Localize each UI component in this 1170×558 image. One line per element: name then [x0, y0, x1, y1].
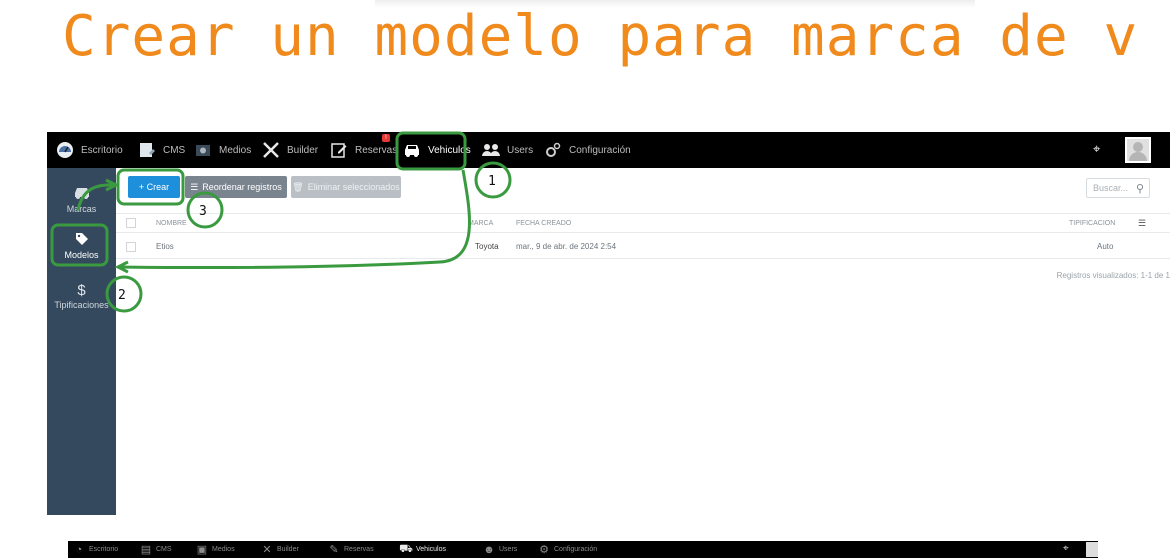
- search-input[interactable]: Buscar... ⚲: [1086, 178, 1150, 198]
- nav-item-medios[interactable]: Medios: [193, 132, 251, 168]
- nav-item-vehiculos[interactable]: ⛟ Vehiculos: [399, 541, 446, 558]
- avatar[interactable]: [1125, 137, 1151, 163]
- media-icon: [193, 140, 213, 160]
- nav-item-users[interactable]: Users: [481, 132, 533, 168]
- car-icon: [402, 140, 422, 160]
- nav-label: Users: [499, 546, 518, 553]
- table-header: NOMBRE MARCA FECHA CREADO TIPIFICACION ☰: [116, 213, 1170, 233]
- nav-label: Reservas: [355, 144, 398, 156]
- crosshair-icon[interactable]: ⌖: [1093, 142, 1100, 157]
- cell-tipificacion: Auto: [1097, 242, 1114, 251]
- app-screenshot: Escritorio CMS Medios Builder Reservas !…: [47, 132, 1170, 515]
- edit-icon: [329, 140, 349, 160]
- table-row[interactable]: Etios Toyota mar., 9 de abr. de 2024 2:5…: [116, 235, 1170, 259]
- nav-item-reservas[interactable]: Reservas !: [329, 132, 397, 168]
- sidebar-item-marcas[interactable]: Marcas: [47, 186, 116, 214]
- records-count: Registros visualizados: 1-1 de 1: [1056, 271, 1170, 280]
- nav-label: Escritorio: [81, 144, 123, 156]
- nav-label: Escritorio: [89, 546, 119, 553]
- cms-icon: ▤: [140, 544, 152, 556]
- nav-item-cms[interactable]: ▤ CMS: [140, 541, 172, 558]
- create-button[interactable]: + Crear: [128, 176, 180, 198]
- nav-label: Reservas: [344, 546, 374, 553]
- nav-item-builder[interactable]: ✕ Builder: [261, 541, 299, 558]
- nav-label: Vehiculos: [416, 546, 446, 553]
- nav-label: CMS: [163, 144, 186, 156]
- nav-item-escritorio[interactable]: ◔ Escritorio: [73, 541, 119, 558]
- search-icon: ⚲: [1135, 183, 1144, 195]
- avatar[interactable]: [1086, 542, 1098, 557]
- nav-label: Configuración: [569, 144, 631, 156]
- edit-icon: ✎: [329, 544, 339, 556]
- dashboard-icon: [55, 140, 75, 160]
- main-content: + Crear ☰ Reordenar registros 🗑 Eliminar…: [116, 168, 1170, 515]
- reorder-button[interactable]: ☰ Reordenar registros: [185, 176, 287, 198]
- search-placeholder: Buscar...: [1093, 183, 1129, 193]
- sidebar-item-label: Marcas: [66, 204, 97, 214]
- crosshair-icon[interactable]: ⌖: [1063, 543, 1069, 554]
- tag-icon: [75, 232, 89, 250]
- cell-marca: Toyota: [475, 242, 499, 251]
- nav-item-configuracion[interactable]: ⚙ Configuración: [538, 541, 597, 558]
- sidebar: Marcas Modelos $ Tipificaciones: [47, 168, 116, 515]
- car-icon: [73, 186, 91, 204]
- sidebar-item-tipificaciones[interactable]: $ Tipificaciones: [47, 282, 116, 310]
- top-navbar: Escritorio CMS Medios Builder Reservas !…: [47, 132, 1170, 168]
- nav-item-builder[interactable]: Builder: [261, 132, 318, 168]
- settings-icon: ⚙: [539, 544, 549, 556]
- nav-label: Medios: [212, 546, 235, 553]
- nav-item-users[interactable]: ☻ Users: [483, 541, 517, 558]
- nav-item-medios[interactable]: ▣ Medios: [196, 541, 235, 558]
- sidebar-item-modelos[interactable]: Modelos: [47, 232, 116, 260]
- nav-item-cms[interactable]: CMS: [137, 132, 185, 168]
- nav-label: Vehiculos: [428, 144, 471, 156]
- nav-label: Medios: [219, 144, 252, 156]
- select-all-checkbox[interactable]: [126, 218, 136, 228]
- car-icon: ⛟: [399, 542, 413, 555]
- nav-item-escritorio[interactable]: Escritorio: [55, 132, 123, 168]
- settings-icon: [543, 140, 563, 160]
- column-header-marca[interactable]: MARCA: [468, 214, 493, 232]
- media-icon: ▣: [196, 544, 208, 556]
- sidebar-item-label: Tipificaciones: [54, 300, 109, 310]
- cell-nombre: Etios: [156, 242, 174, 251]
- tools-icon: ✕: [262, 544, 272, 556]
- delete-selected-button[interactable]: 🗑 Eliminar seleccionados: [291, 176, 401, 198]
- nav-label: Configuración: [554, 546, 598, 553]
- trash-icon: 🗑: [292, 181, 304, 192]
- nav-label: Builder: [287, 144, 319, 156]
- tools-icon: [261, 140, 281, 160]
- list-icon: ☰: [190, 181, 199, 192]
- row-checkbox[interactable]: [126, 242, 136, 252]
- nav-label: CMS: [156, 546, 172, 553]
- cell-fecha: mar., 9 de abr. de 2024 2:54: [516, 242, 617, 251]
- delete-label: Eliminar seleccionados: [307, 182, 400, 192]
- cms-icon: [137, 140, 157, 160]
- dollar-icon: $: [77, 282, 86, 299]
- nav-label: Users: [507, 144, 534, 156]
- page-title: Crear un modelo para marca de v: [62, 4, 1139, 69]
- users-icon: ☻: [483, 543, 495, 556]
- nav-item-configuracion[interactable]: Configuración: [543, 132, 631, 168]
- column-header-tipificacion[interactable]: TIPIFICACION: [1069, 214, 1115, 232]
- column-header-fecha[interactable]: FECHA CREADO: [516, 214, 571, 232]
- reorder-label: Reordenar registros: [202, 182, 282, 192]
- secondary-navbar: ◔ Escritorio ▤ CMS ▣ Medios ✕ Builder ✎ …: [68, 541, 1098, 558]
- notification-badge: !: [382, 134, 390, 142]
- users-icon: [481, 140, 501, 160]
- dashboard-icon: ◔: [75, 543, 83, 556]
- nav-item-vehiculos[interactable]: Vehiculos: [402, 132, 471, 168]
- column-header-nombre[interactable]: NOMBRE: [156, 214, 187, 232]
- sidebar-item-label: Modelos: [64, 250, 99, 260]
- nav-label: Builder: [277, 546, 299, 553]
- column-settings-icon[interactable]: ☰: [1138, 214, 1146, 232]
- nav-item-reservas[interactable]: ✎ Reservas: [328, 541, 374, 558]
